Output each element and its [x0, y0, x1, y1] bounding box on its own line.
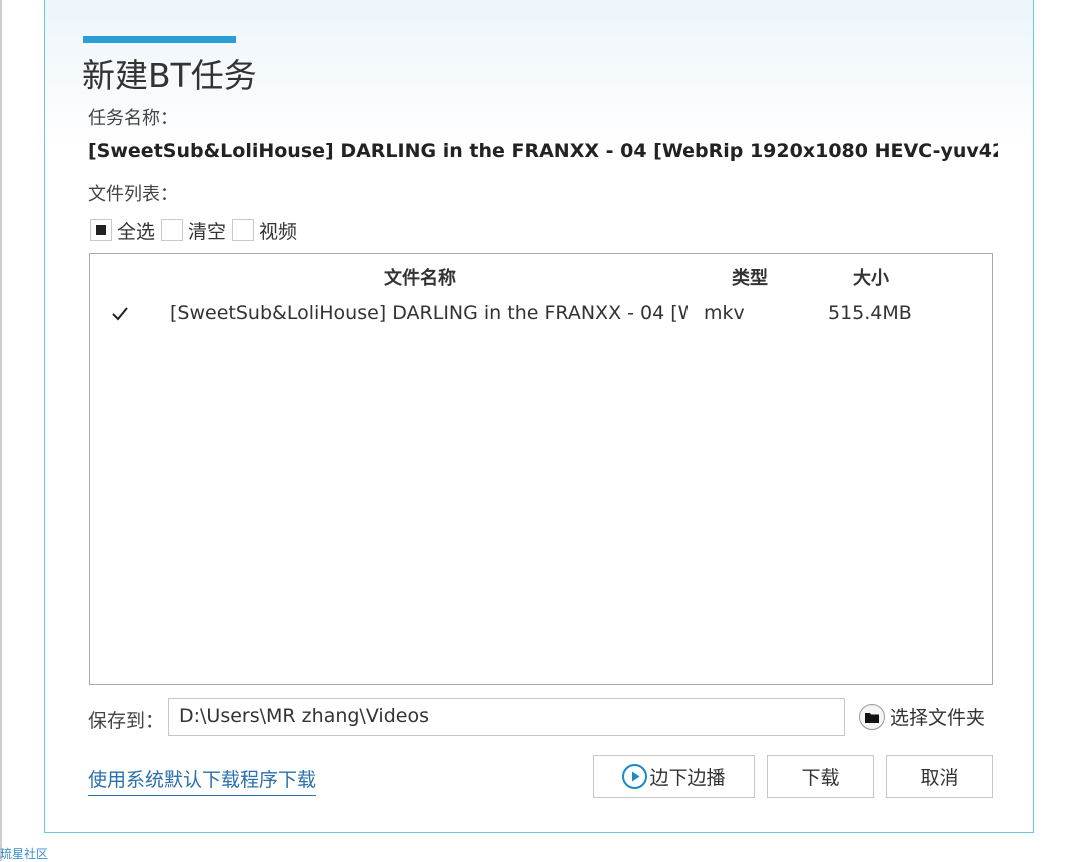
stream-while-downloading-button[interactable]: 边下边播 [593, 755, 755, 798]
play-circle-icon [622, 764, 648, 789]
file-list-table[interactable]: 文件名称 类型 大小 [SweetSub&LoliHouse] DARLING … [89, 253, 993, 685]
video-label: 视频 [259, 220, 298, 243]
row-file-size: 515.4MB [828, 302, 912, 324]
cancel-label: 取消 [920, 767, 959, 789]
window-edge [0, 0, 2, 861]
file-list-label: 文件列表： [88, 184, 178, 205]
video-checkbox[interactable]: 视频 [232, 217, 297, 244]
default-downloader-link[interactable]: 使用系统默认下载程序下载 [88, 765, 317, 796]
task-name-value: [SweetSub&LoliHouse] DARLING in the FRAN… [88, 140, 998, 162]
new-bt-task-dialog: 新建BT任务 任务名称： [SweetSub&LoliHouse] DARLIN… [44, 0, 1034, 833]
row-file-name: [SweetSub&LoliHouse] DARLING in the FRAN… [170, 302, 688, 324]
task-name-label: 任务名称： [88, 108, 178, 129]
folder-icon [859, 703, 885, 730]
empty-checkbox-icon [161, 219, 184, 241]
title-accent-bar [83, 36, 236, 43]
clear-checkbox[interactable]: 清空 [161, 217, 226, 244]
file-filter-row: 全选 清空 视频 [90, 217, 303, 243]
dialog-title: 新建BT任务 [82, 56, 257, 95]
empty-checkbox-icon [232, 219, 255, 241]
select-all-label: 全选 [117, 220, 156, 243]
row-checkbox[interactable] [108, 302, 132, 326]
cancel-button[interactable]: 取消 [886, 755, 993, 798]
column-header-name[interactable]: 文件名称 [384, 264, 456, 290]
choose-folder-button[interactable]: 选择文件夹 [859, 703, 985, 730]
partial-square-icon [90, 219, 112, 241]
checkmark-icon [112, 307, 128, 321]
download-label: 下载 [801, 767, 840, 789]
select-all-checkbox[interactable]: 全选 [90, 217, 155, 244]
column-header-type[interactable]: 类型 [732, 264, 768, 290]
table-row[interactable]: [SweetSub&LoliHouse] DARLING in the FRAN… [90, 298, 992, 332]
download-button[interactable]: 下载 [767, 755, 874, 798]
watermark-text: 琉星社区 [0, 847, 49, 861]
column-header-size[interactable]: 大小 [853, 264, 889, 290]
row-file-type: mkv [704, 302, 745, 324]
clear-label: 清空 [188, 220, 227, 243]
save-to-label: 保存到： [88, 710, 165, 732]
stream-label: 边下边播 [649, 767, 726, 789]
choose-folder-label: 选择文件夹 [890, 707, 986, 729]
save-path-input[interactable]: D:\Users\MR zhang\Videos [168, 698, 845, 736]
